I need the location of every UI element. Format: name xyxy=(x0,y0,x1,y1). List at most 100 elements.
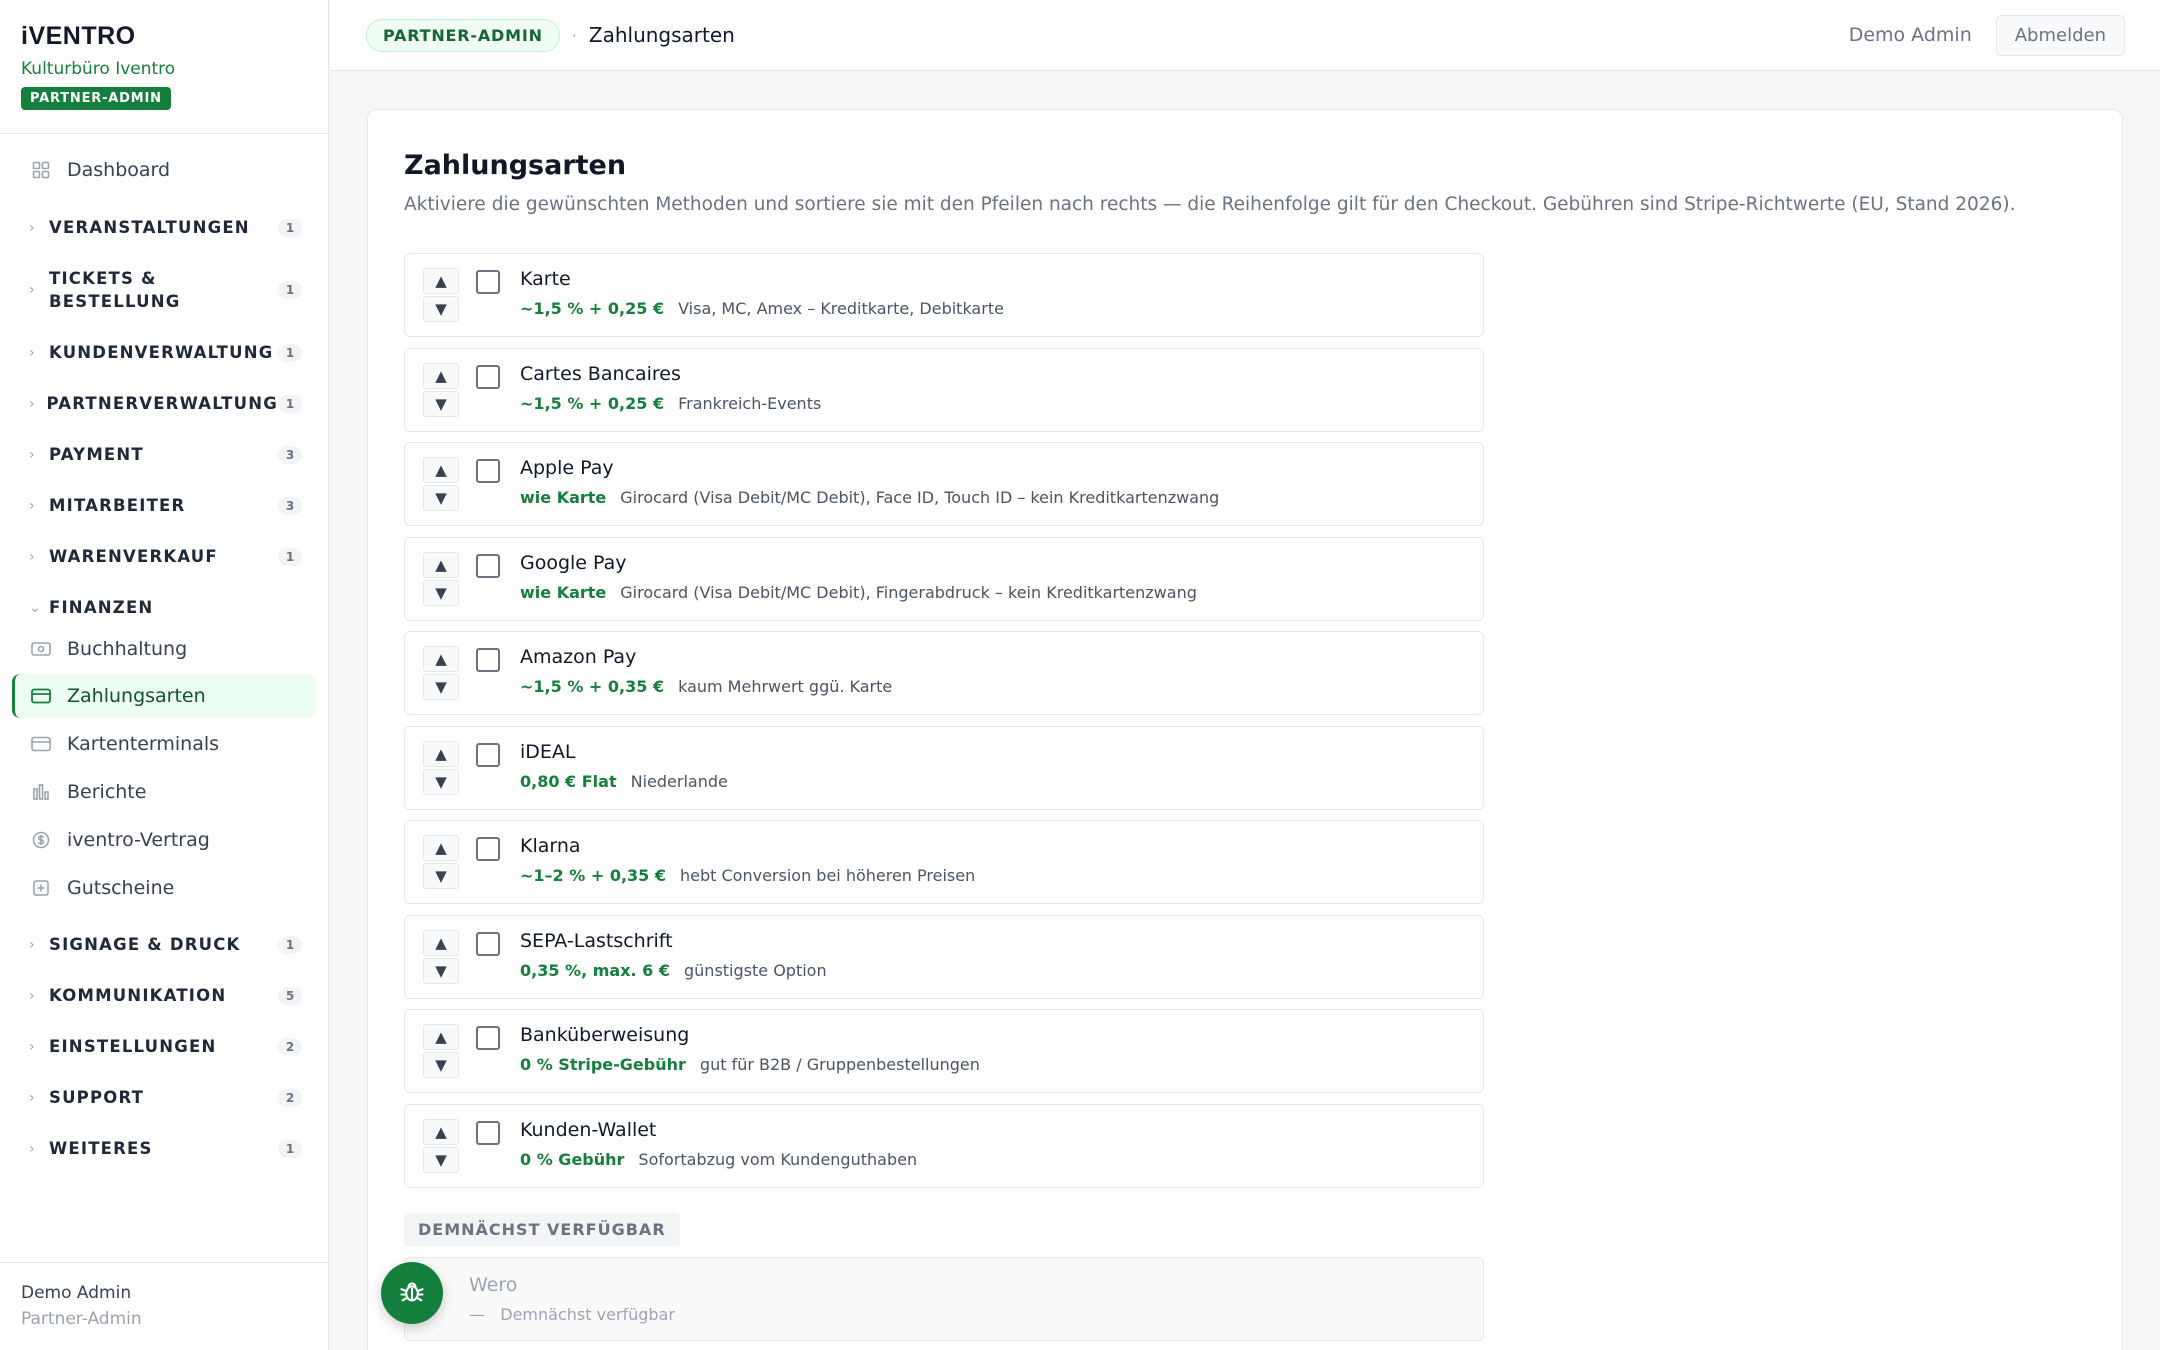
logout-button[interactable]: Abmelden xyxy=(1995,14,2125,56)
enable-checkbox[interactable] xyxy=(476,1120,500,1145)
payment-method-row: ▲ ▼ SEPA-Lastschrift 0,35 %, max. 6 € günsti… xyxy=(404,914,1484,999)
brand-logo[interactable]: iVENTRO xyxy=(21,22,307,51)
count-badge: 1 xyxy=(278,935,302,954)
enable-checkbox[interactable] xyxy=(476,459,500,483)
count-badge: 1 xyxy=(278,218,302,237)
sidebar-group-veranstaltungen[interactable]: › VERANSTALTUNGEN 1 xyxy=(12,216,316,239)
method-description: Sofortabzug vom Kundenguthaben xyxy=(638,1149,918,1169)
method-description: gut für B2B / Gruppenbestellungen xyxy=(699,1055,980,1074)
sidebar: iVENTRO Kulturbüro Iventro PARTNER-ADMIN… xyxy=(0,0,329,1350)
sidebar-item-berichte[interactable]: Berichte xyxy=(12,770,316,814)
enable-checkbox[interactable] xyxy=(476,837,500,861)
move-down-button[interactable]: ▼ xyxy=(423,674,459,700)
method-fee: ~1,5 % + 0,25 € xyxy=(520,299,665,318)
chevron-right-icon: › xyxy=(29,446,36,463)
move-up-button[interactable]: ▲ xyxy=(423,551,459,578)
move-down-button[interactable]: ▼ xyxy=(423,296,459,322)
enable-checkbox[interactable] xyxy=(476,648,500,672)
move-up-button[interactable]: ▲ xyxy=(423,268,459,294)
payment-method-row: ▲ ▼ Cartes Bancaires ~1,5 % + 0,25 € Frankre… xyxy=(404,347,1484,432)
sidebar-item-vertrag[interactable]: iventro-Vertrag xyxy=(12,818,316,862)
enable-checkbox[interactable] xyxy=(476,742,500,767)
sidebar-group-mitarbeiter[interactable]: › MITARBEITER 3 xyxy=(12,494,316,517)
method-meta: 0,80 € Flat Niederlande xyxy=(520,772,728,791)
method-name: Amazon Pay xyxy=(520,646,637,668)
sidebar-group-partnerverwaltung[interactable]: › PARTNERVERWALTUNG 1 xyxy=(12,392,316,415)
sidebar-item-dashboard[interactable]: Dashboard xyxy=(12,148,316,192)
user-role: Partner-Admin xyxy=(21,1309,142,1329)
sidebar-group-label: KOMMUNIKATION xyxy=(49,986,227,1005)
payment-method-row: ▲ ▼ Kunden-Wallet 0 % Gebühr Sofortabzug vom… xyxy=(404,1103,1484,1188)
payment-method-row: ▲ ▼ Google Pay wie Karte Girocard (Visa Debi… xyxy=(404,536,1484,621)
chevron-right-icon: › xyxy=(29,1140,36,1157)
count-badge: 1 xyxy=(278,394,302,413)
sidebar-group-label: WARENVERKAUF xyxy=(49,547,218,566)
enable-checkbox[interactable] xyxy=(476,553,500,578)
move-up-button[interactable]: ▲ xyxy=(423,740,459,767)
sidebar-group-payment[interactable]: › PAYMENT 3 xyxy=(12,443,316,466)
move-up-button[interactable]: ▲ xyxy=(423,646,459,672)
method-fee: ~1–2 % + 0,35 € xyxy=(520,866,666,885)
chevron-right-icon: › xyxy=(29,1089,36,1106)
method-name: Apple Pay xyxy=(520,457,614,479)
move-up-button[interactable]: ▲ xyxy=(423,457,459,483)
method-fee: 0 % Stripe-Gebühr xyxy=(520,1055,686,1074)
sidebar-group-kommunikation[interactable]: › KOMMUNIKATION 5 xyxy=(12,984,316,1007)
move-down-button[interactable]: ▼ xyxy=(423,768,459,795)
method-name: Wero xyxy=(469,1274,518,1296)
sidebar-item-label: Buchhaltung xyxy=(67,638,188,660)
header-user-name: Demo Admin xyxy=(1848,24,1972,46)
move-up-button[interactable]: ▲ xyxy=(423,835,459,861)
move-up-button[interactable]: ▲ xyxy=(423,929,459,956)
enable-checkbox[interactable] xyxy=(476,931,500,956)
payment-methods-card: Zahlungsarten Aktiviere die gewünschten … xyxy=(367,109,2123,1350)
sidebar-group-einstellungen[interactable]: › EINSTELLUNGEN 2 xyxy=(12,1035,316,1058)
sidebar-group-warenverkauf[interactable]: › WARENVERKAUF 1 xyxy=(12,545,316,568)
sidebar-item-buchhaltung[interactable]: Buchhaltung xyxy=(12,627,316,671)
method-meta: wie Karte Girocard (Visa Debit/MC Debit),… xyxy=(520,583,1197,602)
sidebar-group-label: EINSTELLUNGEN xyxy=(49,1037,217,1056)
sidebar-group-signage[interactable]: › SIGNAGE & DRUCK 1 xyxy=(12,933,316,956)
sidebar-item-zahlungsarten[interactable]: Zahlungsarten xyxy=(12,674,316,718)
move-down-button[interactable]: ▼ xyxy=(423,390,459,417)
bar-chart-icon xyxy=(31,782,51,802)
method-fee: 0,80 € Flat xyxy=(520,771,617,791)
reorder-controls: ▲ ▼ xyxy=(423,929,459,986)
sidebar-item-kartenterminals[interactable]: Kartenterminals xyxy=(12,722,316,766)
enable-checkbox[interactable] xyxy=(476,364,500,389)
enable-checkbox[interactable] xyxy=(476,270,500,294)
sidebar-group-finanzen[interactable]: ⌄ FINANZEN xyxy=(12,596,316,619)
move-down-button[interactable]: ▼ xyxy=(423,579,459,606)
count-badge: 2 xyxy=(278,1037,302,1056)
chevron-right-icon: › xyxy=(29,1038,36,1055)
move-up-button[interactable]: ▲ xyxy=(423,1024,459,1050)
method-meta: wie Karte Girocard (Visa Debit/MC Debit),… xyxy=(520,488,1219,507)
method-name: iDEAL xyxy=(520,740,576,763)
method-dash: — xyxy=(469,1305,485,1324)
sidebar-group-kundenverwaltung[interactable]: › KUNDENVERWALTUNG 1 xyxy=(12,341,316,364)
move-down-button[interactable]: ▼ xyxy=(423,1052,459,1078)
method-meta: 0,35 %, max. 6 € günstigste Option xyxy=(520,961,827,980)
move-down-button[interactable]: ▼ xyxy=(423,485,459,511)
move-up-button[interactable]: ▲ xyxy=(423,362,459,389)
enable-checkbox[interactable] xyxy=(476,1026,500,1050)
method-meta: 0 % Stripe-Gebühr gut für B2B / Gruppenbe… xyxy=(520,1055,980,1074)
bug-report-button[interactable] xyxy=(381,1262,443,1324)
move-up-button[interactable]: ▲ xyxy=(423,1118,459,1145)
sidebar-group-support[interactable]: › SUPPORT 2 xyxy=(12,1086,316,1109)
header-user-area: Demo Admin Abmelden xyxy=(1848,14,2125,56)
method-description: günstigste Option xyxy=(684,960,827,980)
coming-soon-item: Wero — Demnächst verfügbar xyxy=(404,1257,1484,1341)
sidebar-group-weiteres[interactable]: › WEITERES 1 xyxy=(12,1137,316,1160)
reorder-controls: ▲ ▼ xyxy=(423,740,459,797)
move-down-button[interactable]: ▼ xyxy=(423,863,459,889)
sidebar-item-gutscheine[interactable]: Gutscheine xyxy=(12,866,316,910)
move-down-button[interactable]: ▼ xyxy=(423,1146,459,1173)
breadcrumb-role-badge[interactable]: PARTNER-ADMIN xyxy=(366,18,560,52)
move-down-button[interactable]: ▼ xyxy=(423,957,459,984)
method-name: Karte xyxy=(520,268,571,290)
sidebar-group-tickets[interactable]: › TICKETS & BESTELLUNG 1 xyxy=(12,267,316,313)
sidebar-item-label: iventro-Vertrag xyxy=(67,829,210,851)
page-description: Aktiviere die gewünschten Methoden und s… xyxy=(404,194,2016,215)
method-status: Demnächst verfügbar xyxy=(500,1305,675,1324)
